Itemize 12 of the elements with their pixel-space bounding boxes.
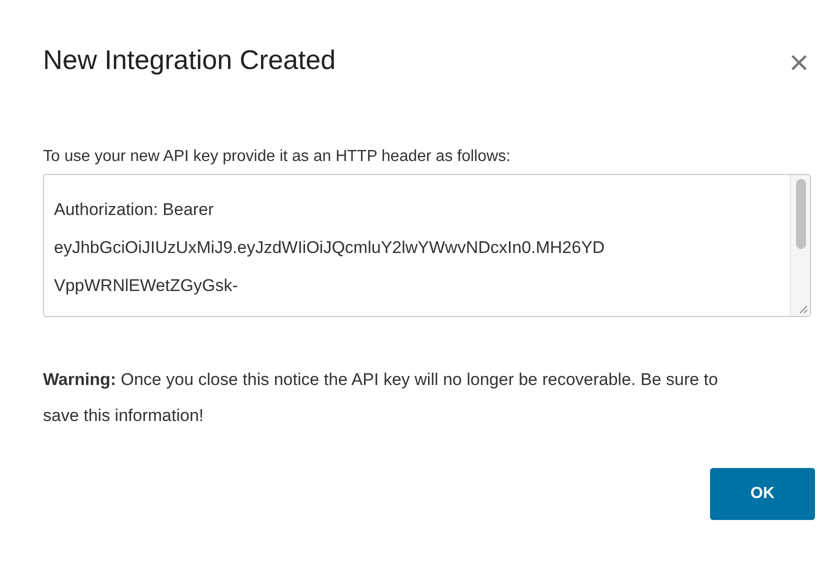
scrollbar[interactable] [790, 175, 810, 316]
ok-button[interactable]: OK [710, 468, 815, 520]
api-key-field[interactable]: Authorization: Bearer eyJhbGciOiJIUzUxMiJ9.eyJzdWIiOiJQcmluY2lwYWwvNDcxIn0.MH26YD VppWRNlEWetZGyGsk- [43, 174, 811, 317]
key-text-line: Authorization: Bearer [54, 199, 215, 221]
scrollbar-thumb[interactable] [796, 179, 806, 249]
resize-grip-icon[interactable] [798, 304, 808, 314]
key-text-line: VppWRNlEWetZGyGsk- [54, 275, 239, 297]
close-button[interactable]: × [785, 43, 813, 83]
warning-text: Warning: Once you close this notice the API key will no longer be recoverable. Be sure to save this information! [43, 369, 719, 427]
dialog-title: New Integration Created [43, 44, 336, 77]
instruction-text: To use your new API key provide it as an HTTP header as follows: [43, 147, 512, 167]
key-text-line: eyJhbGciOiJIUzUxMiJ9.eyJzdWIiOiJQcmluY2lwYWwvNDcxIn0.MH26YD [54, 237, 606, 259]
